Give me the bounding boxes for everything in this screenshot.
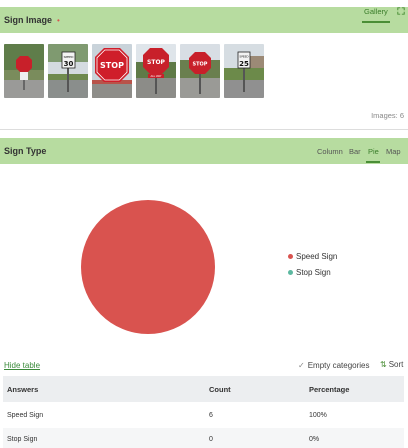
chart-legend: Speed Sign Stop Sign — [288, 248, 337, 280]
legend-swatch-speed-sign — [288, 253, 293, 259]
required-marker: • — [57, 15, 60, 25]
svg-text:30: 30 — [64, 60, 74, 68]
stop-sign-photo-3[interactable]: STOP — [180, 44, 220, 98]
sign-type-header: Sign Type — [0, 138, 408, 164]
empty-categories-toggle[interactable]: ✓ Empty categories — [298, 361, 370, 370]
gallery-tab-underline — [362, 21, 390, 23]
pie-tab-underline — [366, 161, 380, 163]
cell-count: 6 — [209, 411, 213, 419]
svg-text:ALL WAY: ALL WAY — [150, 74, 161, 78]
cell-percentage: 0% — [305, 428, 404, 448]
column-header-answers[interactable]: Answers — [3, 376, 205, 402]
expand-icon[interactable] — [397, 7, 405, 15]
sort-button[interactable]: ⇅ Sort — [380, 360, 403, 369]
svg-text:STOP: STOP — [147, 59, 166, 66]
svg-text:SPEED: SPEED — [64, 55, 75, 59]
column-header-count[interactable]: Count — [205, 376, 305, 402]
tab-pie[interactable]: Pie — [368, 147, 379, 156]
hide-table-link[interactable]: Hide table — [4, 361, 40, 370]
table-row: Speed Sign 6 100% — [3, 402, 404, 428]
column-header-percentage[interactable]: Percentage — [305, 376, 404, 402]
cell-answer: Stop Sign — [3, 428, 205, 448]
svg-text:25: 25 — [239, 60, 249, 68]
images-count: Images: 6 — [371, 111, 404, 120]
sign-image-title: Sign Image — [4, 15, 53, 25]
sort-label: Sort — [388, 360, 404, 369]
table-row: Stop Sign 0 0% — [3, 428, 404, 448]
image-gallery: SPEED 30 STOP STOP ALL WAY STOP SPEED 25 — [4, 44, 264, 98]
speed-limit-25-photo[interactable]: SPEED 25 — [224, 44, 264, 98]
stop-sign-photo-2[interactable]: STOP — [92, 44, 132, 98]
legend-item-stop-sign[interactable]: Stop Sign — [288, 264, 337, 280]
legend-label-stop-sign: Stop Sign — [296, 267, 331, 277]
section-divider — [0, 129, 408, 130]
tab-map[interactable]: Map — [386, 147, 401, 156]
svg-text:STOP: STOP — [193, 62, 208, 68]
cell-percentage: 100% — [309, 411, 327, 419]
checkmark-icon: ✓ — [298, 361, 305, 370]
svg-text:SPEED: SPEED — [239, 55, 248, 59]
legend-label-speed-sign: Speed Sign — [296, 251, 338, 261]
sign-type-title: Sign Type — [4, 146, 47, 156]
svg-text:STOP: STOP — [100, 61, 124, 70]
cell-count: 0 — [205, 428, 305, 448]
pie-slice-speed-sign[interactable] — [81, 200, 215, 334]
legend-swatch-stop-sign — [288, 269, 293, 275]
tab-bar[interactable]: Bar — [349, 147, 361, 156]
table-header-row: Answers Count Percentage — [3, 376, 404, 402]
pie-chart — [81, 200, 215, 334]
results-table: Answers Count Percentage Speed Sign 6 10… — [3, 376, 404, 448]
empty-categories-label: Empty categories — [307, 361, 370, 370]
cell-answer: Speed Sign — [7, 411, 44, 419]
tab-column[interactable]: Column — [317, 147, 343, 156]
speed-limit-30-photo[interactable]: SPEED 30 — [48, 44, 88, 98]
legend-item-speed-sign[interactable]: Speed Sign — [288, 248, 337, 264]
survey-results-page: Sign Image • Gallery SPEED 30 STOP STOP … — [0, 0, 408, 448]
stop-sign-photo-1[interactable] — [4, 44, 44, 98]
stop-sign-all-way-photo[interactable]: STOP ALL WAY — [136, 44, 176, 98]
sort-icon: ⇅ — [380, 360, 387, 369]
gallery-tab[interactable]: Gallery — [364, 7, 388, 16]
sign-image-header: Sign Image • — [0, 7, 408, 33]
